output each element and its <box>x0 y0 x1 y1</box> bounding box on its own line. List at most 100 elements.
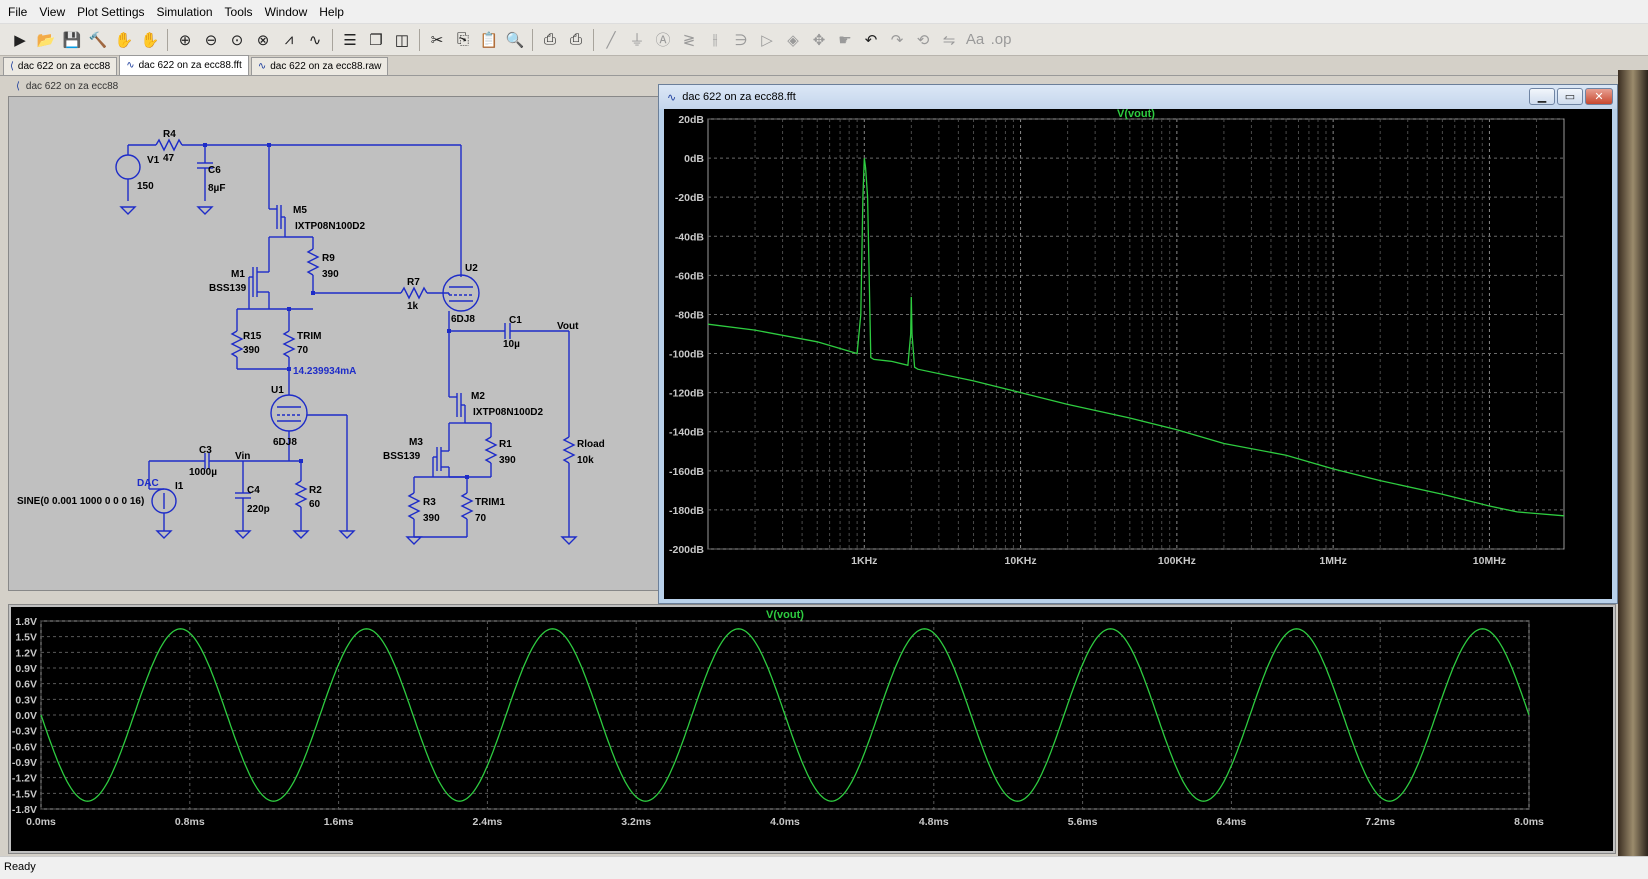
label-c3: C3 <box>199 445 212 456</box>
document-tabs: ⟨ dac 622 on za ecc88 ∿ dac 622 on za ecc88… <box>0 55 1648 76</box>
zoom-fit-icon[interactable]: ⊙ <box>225 28 249 52</box>
label-m3: M3 <box>409 437 423 448</box>
wire-icon[interactable]: ╱ <box>599 28 623 52</box>
undo-icon[interactable]: ↶ <box>859 28 883 52</box>
menu-help[interactable]: Help <box>313 5 350 19</box>
tab-fft[interactable]: ∿ dac 622 on za ecc88.fft <box>119 55 249 75</box>
menu-bar: File View Plot Settings Simulation Tools Wind… <box>0 0 1648 24</box>
label-v1-value: 150 <box>137 181 154 192</box>
label-r1: R1 <box>499 439 512 450</box>
transient-y-tick-label: -0.6V <box>12 741 37 753</box>
run-icon[interactable]: ▶ <box>8 28 32 52</box>
fft-plot-area[interactable]: 20dB 0dB -20dB -40dB -60dB -80dB -100dB -120dB -… <box>664 108 1612 599</box>
transient-x-tick-label: 0.8ms <box>175 816 205 828</box>
menu-view[interactable]: View <box>33 5 71 19</box>
spice-directive-icon[interactable]: .op <box>989 28 1013 52</box>
diode-icon[interactable]: ▷ <box>755 28 779 52</box>
label-c6-value: 8µF <box>208 183 225 194</box>
transient-plot-area[interactable]: 1.8V 1.5V 1.2V 0.9V 0.6V 0.3V 0.0V -0.3V -0.6V -0… <box>11 607 1613 851</box>
schematic-drawing: V1 150 R4 47 C6 8µF M5 IXTP08N100D2 R9 3… <box>17 129 605 545</box>
schematic-icon: ⟨ <box>16 80 20 92</box>
label-trim: TRIM <box>297 331 321 342</box>
label-icon[interactable]: Ⓐ <box>651 28 675 52</box>
rotate-icon[interactable]: ⟲ <box>911 28 935 52</box>
paste-icon[interactable]: 📋 <box>477 28 501 52</box>
fft-y-tick-label: -40dB <box>675 231 705 243</box>
label-r9-value: 390 <box>322 269 339 280</box>
cascade-icon[interactable]: ❐ <box>364 28 388 52</box>
transient-x-tick-label: 8.0ms <box>1514 816 1544 828</box>
label-c4-value: 220p <box>247 504 270 515</box>
waveform-icon[interactable]: ∿ <box>303 28 327 52</box>
close-button[interactable]: ✕ <box>1585 88 1613 105</box>
transient-y-tick-label: 0.6V <box>15 679 37 691</box>
fft-y-tick-label: 0dB <box>684 153 704 165</box>
move-icon[interactable]: ✥ <box>807 28 831 52</box>
label-i1: I1 <box>175 481 184 492</box>
cut-icon[interactable]: ✂ <box>425 28 449 52</box>
transient-chart: 1.8V 1.5V 1.2V 0.9V 0.6V 0.3V 0.0V -0.3V -0.6V -0… <box>12 609 1544 828</box>
tile-vertical-icon[interactable]: ◫ <box>390 28 414 52</box>
fft-y-tick-label: -100dB <box>669 349 704 361</box>
zoom-cancel-icon[interactable]: ⊗ <box>251 28 275 52</box>
fft-x-tick-label: 100KHz <box>1158 555 1196 567</box>
transient-window[interactable]: 1.8V 1.5V 1.2V 0.9V 0.6V 0.3V 0.0V -0.3V -0.6V -0… <box>8 604 1616 854</box>
text-icon[interactable]: Aa <box>963 28 987 52</box>
ground-icon[interactable]: ⏚ <box>625 28 649 52</box>
fft-window[interactable]: ∿ dac 622 on za ecc88.fft ▁ ▭ ✕ 20dB 0dB -… <box>658 84 1618 604</box>
save-icon[interactable]: 💾 <box>60 28 84 52</box>
copy-icon[interactable]: ⎘ <box>451 28 475 52</box>
halt-icon[interactable]: ✋ <box>112 28 136 52</box>
inductor-icon[interactable]: ∋ <box>729 28 753 52</box>
schematic-canvas[interactable]: V1 150 R4 47 C6 8µF M5 IXTP08N100D2 R9 3… <box>8 96 660 591</box>
label-r1-value: 390 <box>499 455 516 466</box>
tab-label: dac 622 on za ecc88.raw <box>270 61 382 72</box>
minimize-button[interactable]: ▁ <box>1529 88 1555 105</box>
control-panel-icon[interactable]: 🔨 <box>86 28 110 52</box>
waveform-icon: ∿ <box>667 91 677 104</box>
label-c6: C6 <box>208 165 221 176</box>
transient-x-tick-label: 1.6ms <box>324 816 354 828</box>
zoom-in-icon[interactable]: ⊕ <box>173 28 197 52</box>
label-trim1-value: 70 <box>475 513 487 524</box>
menu-tools[interactable]: Tools <box>219 5 259 19</box>
schematic-title: ⟨ dac 622 on za ecc88 <box>16 80 119 92</box>
current-readout: 14.239934mA <box>293 366 356 377</box>
fft-x-tick-label: 1MHz <box>1319 555 1346 567</box>
menu-simulation[interactable]: Simulation <box>151 5 219 19</box>
open-icon[interactable]: 📂 <box>34 28 58 52</box>
pan-icon[interactable]: ✋ <box>138 28 162 52</box>
tab-raw[interactable]: ∿ dac 622 on za ecc88.raw <box>250 57 389 75</box>
menu-window[interactable]: Window <box>259 5 314 19</box>
tab-schematic[interactable]: ⟨ dac 622 on za ecc88 <box>3 57 118 75</box>
label-r9: R9 <box>322 253 335 264</box>
menu-plot-settings[interactable]: Plot Settings <box>71 5 150 19</box>
fft-window-titlebar[interactable]: ∿ dac 622 on za ecc88.fft <box>659 85 1617 109</box>
label-m5: M5 <box>293 205 307 216</box>
maximize-button[interactable]: ▭ <box>1557 88 1583 105</box>
autorange-icon[interactable]: ⩘ <box>277 28 301 52</box>
component-icon[interactable]: ◈ <box>781 28 805 52</box>
fft-x-tick-label: 10MHz <box>1473 555 1506 567</box>
transient-x-tick-label: 7.2ms <box>1365 816 1395 828</box>
redo-icon[interactable]: ↷ <box>885 28 909 52</box>
label-u2-value: 6DJ8 <box>451 314 475 325</box>
menu-file[interactable]: File <box>2 5 33 19</box>
label-u1-value: 6DJ8 <box>273 437 297 448</box>
find-icon[interactable]: 🔍 <box>503 28 527 52</box>
toolbar-separator <box>167 28 168 51</box>
tile-horizontal-icon[interactable]: ☰ <box>338 28 362 52</box>
label-rload: Rload <box>577 439 605 450</box>
print-icon[interactable]: ⎙ <box>564 28 588 52</box>
resistor-icon[interactable]: ≷ <box>677 28 701 52</box>
label-m3-value: BSS139 <box>383 451 421 462</box>
capacitor-icon[interactable]: ⫲ <box>703 28 727 52</box>
fft-chart-title: V(vout) <box>1117 109 1155 120</box>
drag-icon[interactable]: ☛ <box>833 28 857 52</box>
tab-label: dac 622 on za ecc88 <box>17 61 111 72</box>
zoom-out-icon[interactable]: ⊖ <box>199 28 223 52</box>
status-bar: Ready <box>0 856 1648 879</box>
mirror-icon[interactable]: ⇋ <box>937 28 961 52</box>
print-preview-icon[interactable]: ⎙ <box>538 28 562 52</box>
label-v1: V1 <box>147 155 160 166</box>
